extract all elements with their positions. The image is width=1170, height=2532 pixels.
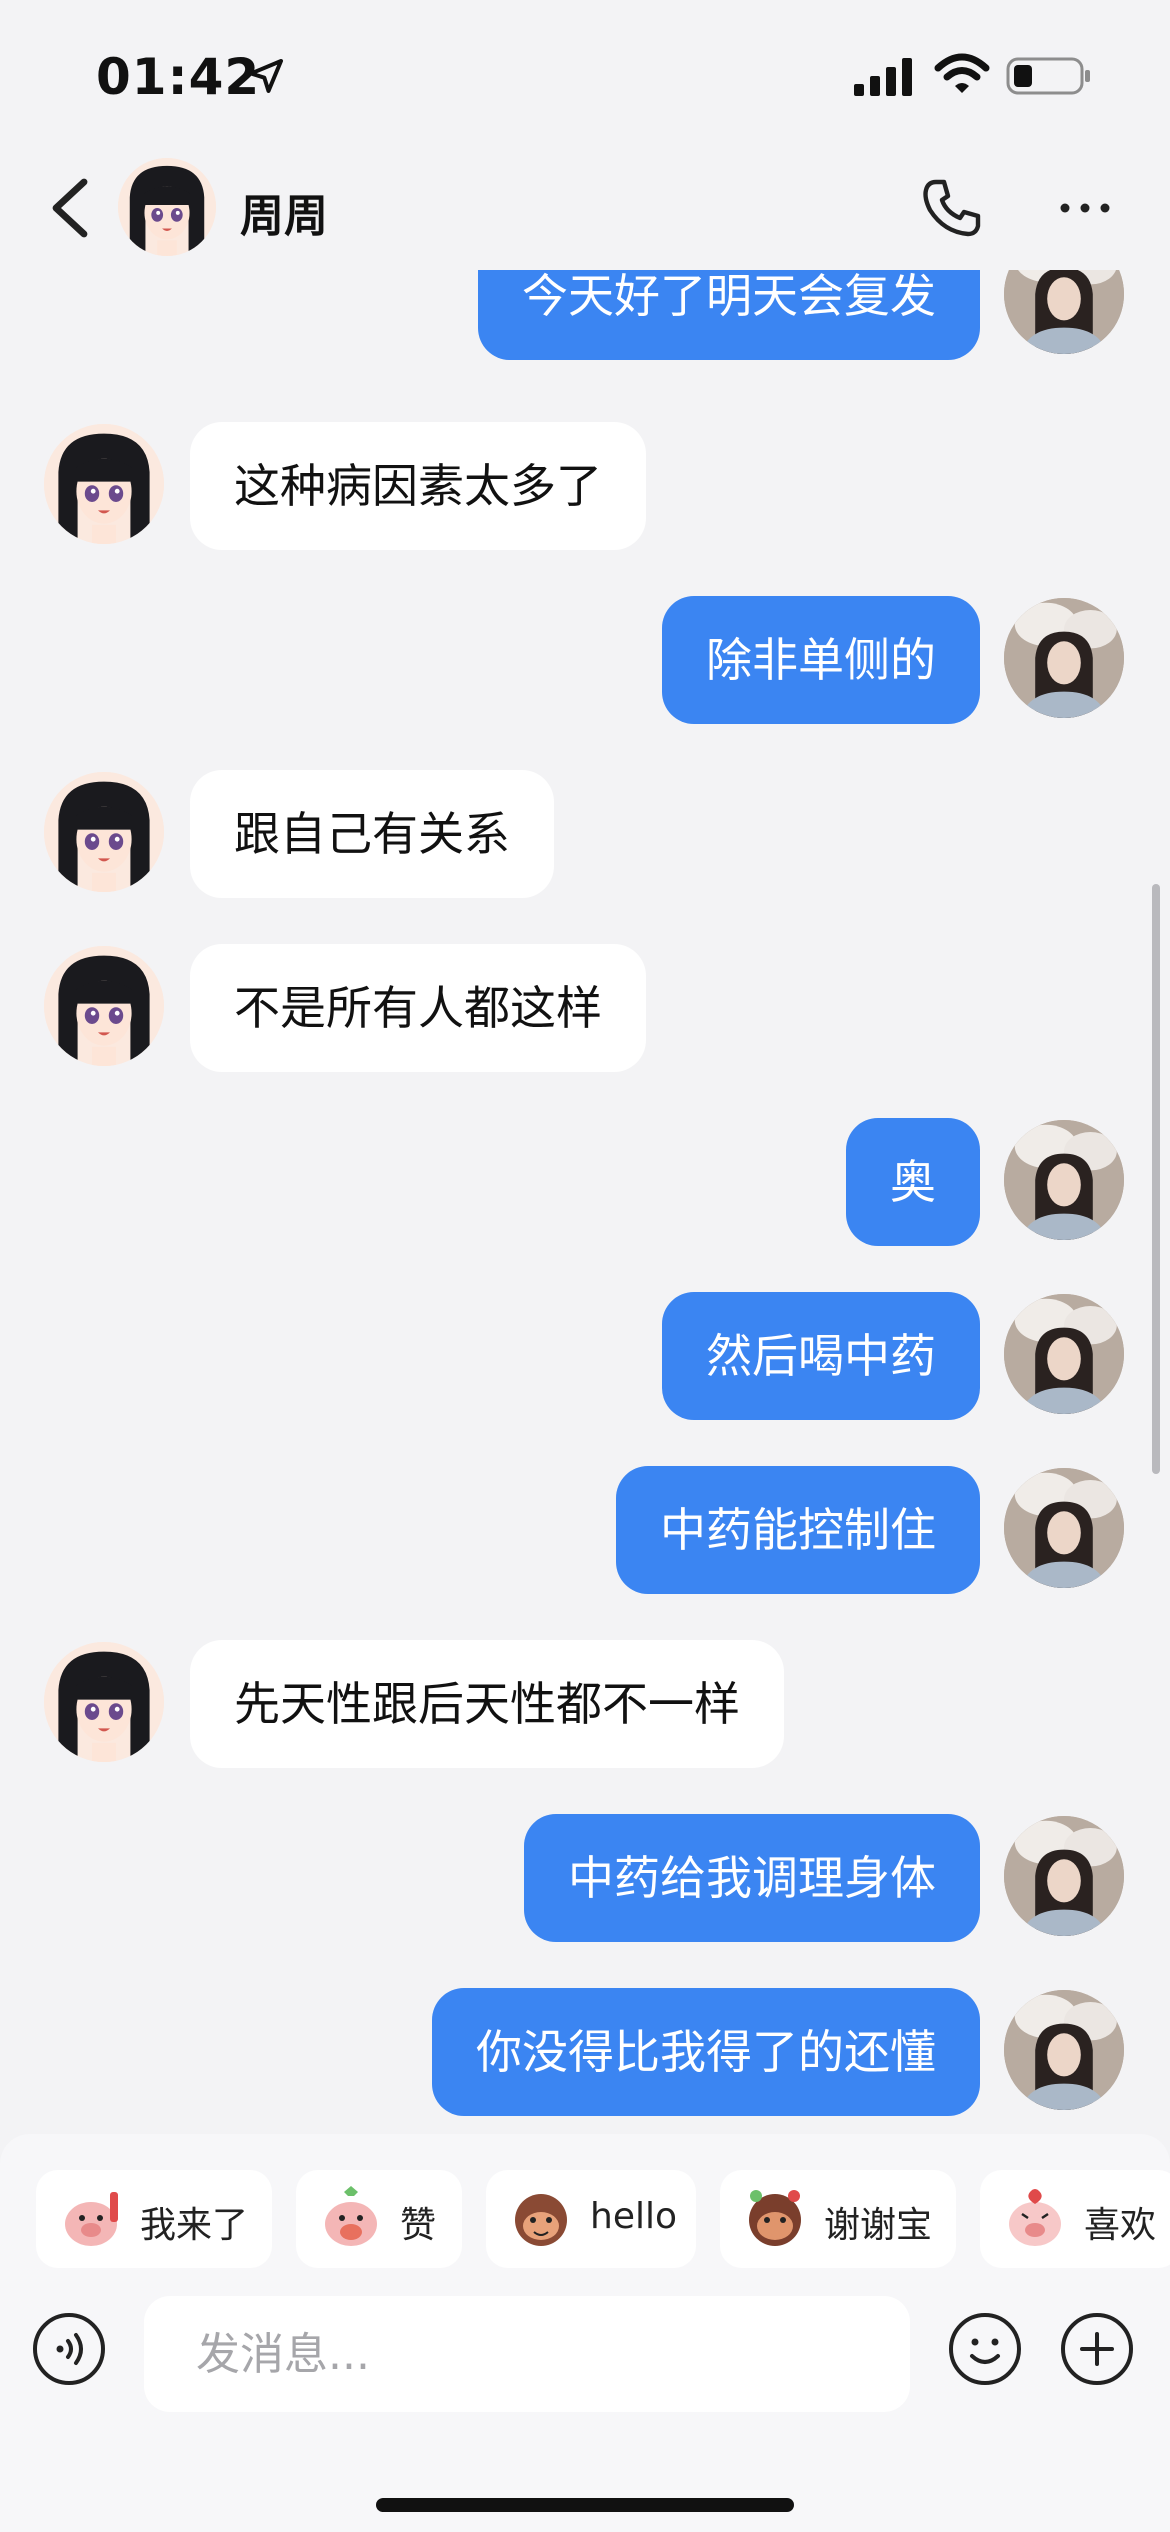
quick-sticker-label: 谢谢宝 [824, 2205, 933, 2246]
anime-avatar-image [44, 424, 164, 544]
emoji-icon[interactable] [948, 2312, 1022, 2386]
phone-icon[interactable] [920, 176, 984, 240]
message-row: 不是所有人都这样 [0, 944, 1170, 1074]
quick-sticker-chip[interactable]: 赞 [296, 2170, 462, 2268]
message-row: 然后喝中药 [0, 1292, 1170, 1422]
my-avatar-image [1004, 1468, 1124, 1588]
my-avatar[interactable] [1004, 1816, 1124, 1936]
incoming-message-bubble[interactable]: 这种病因素太多了 [190, 422, 646, 550]
message-row: 中药给我调理身体 [0, 1814, 1170, 1944]
my-avatar[interactable] [1004, 598, 1124, 718]
anime-avatar-image [44, 1642, 164, 1762]
incoming-message-bubble[interactable]: 先天性跟后天性都不一样 [190, 1640, 784, 1768]
my-avatar[interactable] [1004, 1120, 1124, 1240]
incoming-message-bubble[interactable]: 不是所有人都这样 [190, 944, 646, 1072]
scrollbar[interactable] [1152, 884, 1160, 1474]
my-avatar[interactable] [1004, 270, 1124, 354]
my-avatar-image [1004, 1294, 1124, 1414]
my-avatar-image [1004, 1120, 1124, 1240]
chat-screen: 01:42 周周 今天好了明天会复发 这种病因素太多了 除非单侧的 跟自己有关系… [0, 0, 1170, 2532]
voice-icon[interactable] [32, 2312, 106, 2386]
status-time: 01:42 [96, 48, 261, 106]
quick-sticker-label: 赞 [400, 2205, 437, 2246]
message-row: 你没得比我得了的还懂 [0, 1988, 1170, 2118]
my-avatar-image [1004, 270, 1124, 354]
my-avatar-image [1004, 1990, 1124, 2110]
my-avatar-image [1004, 598, 1124, 718]
signal-icon [854, 58, 912, 96]
outgoing-message-bubble[interactable]: 你没得比我得了的还懂 [432, 1988, 980, 2116]
status-bar: 01:42 [0, 0, 1170, 150]
plus-icon[interactable] [1060, 2312, 1134, 2386]
outgoing-message-bubble[interactable]: 中药能控制住 [616, 1466, 980, 1594]
composer-panel: 我来了 赞 hello 谢谢宝 喜欢 发消息... [0, 2134, 1170, 2532]
outgoing-message-bubble[interactable]: 中药给我调理身体 [524, 1814, 980, 1942]
quick-sticker-chip[interactable]: 谢谢宝 [720, 2170, 956, 2268]
outgoing-message-bubble[interactable]: 奥 [846, 1118, 980, 1246]
anime-avatar-image [44, 772, 164, 892]
battery-icon [1006, 57, 1090, 95]
contact-name: 周周 [240, 191, 328, 242]
pig-sticker-icon [65, 2192, 118, 2246]
contact-avatar[interactable] [118, 158, 216, 256]
back-icon[interactable] [44, 176, 96, 240]
outgoing-message-bubble[interactable]: 今天好了明天会复发 [478, 270, 980, 360]
message-input[interactable] [144, 2296, 910, 2412]
anime-avatar-image [118, 158, 216, 256]
my-avatar[interactable] [1004, 1468, 1124, 1588]
message-row: 先天性跟后天性都不一样 [0, 1640, 1170, 1770]
contact-avatar[interactable] [44, 946, 164, 1066]
contact-avatar[interactable] [44, 424, 164, 544]
message-row: 中药能控制住 [0, 1466, 1170, 1596]
quick-sticker-label: 我来了 [140, 2205, 249, 2246]
my-avatar[interactable] [1004, 1294, 1124, 1414]
incoming-message-bubble[interactable]: 跟自己有关系 [190, 770, 554, 898]
monkey-sticker-icon [749, 2190, 801, 2246]
quick-sticker-chip[interactable]: hello [486, 2170, 696, 2268]
message-row: 除非单侧的 [0, 596, 1170, 726]
pig-sticker-icon [1009, 2189, 1061, 2246]
message-row: 今天好了明天会复发 [0, 270, 1170, 362]
contact-avatar[interactable] [44, 772, 164, 892]
my-avatar-image [1004, 1816, 1124, 1936]
quick-sticker-label: 喜欢 [1084, 2205, 1157, 2246]
my-avatar[interactable] [1004, 1990, 1124, 2110]
message-row: 这种病因素太多了 [0, 422, 1170, 552]
message-list[interactable]: 今天好了明天会复发 这种病因素太多了 除非单侧的 跟自己有关系 不是所有人都这样… [0, 270, 1170, 2130]
quick-sticker-chip[interactable]: 喜欢 [980, 2170, 1170, 2268]
location-arrow-icon [249, 59, 283, 93]
chat-header: 周周 [0, 150, 1170, 270]
home-indicator[interactable] [376, 2498, 794, 2512]
monkey-sticker-icon [515, 2194, 567, 2246]
more-icon[interactable] [1058, 196, 1112, 220]
anime-avatar-image [44, 946, 164, 1066]
message-row: 跟自己有关系 [0, 770, 1170, 900]
quick-sticker-label: hello [590, 2196, 677, 2237]
pig-sticker-icon [325, 2186, 377, 2246]
wifi-icon [934, 53, 990, 93]
outgoing-message-bubble[interactable]: 除非单侧的 [662, 596, 980, 724]
contact-avatar[interactable] [44, 1642, 164, 1762]
outgoing-message-bubble[interactable]: 然后喝中药 [662, 1292, 980, 1420]
message-row: 奥 [0, 1118, 1170, 1248]
quick-sticker-chip[interactable]: 我来了 [36, 2170, 272, 2268]
